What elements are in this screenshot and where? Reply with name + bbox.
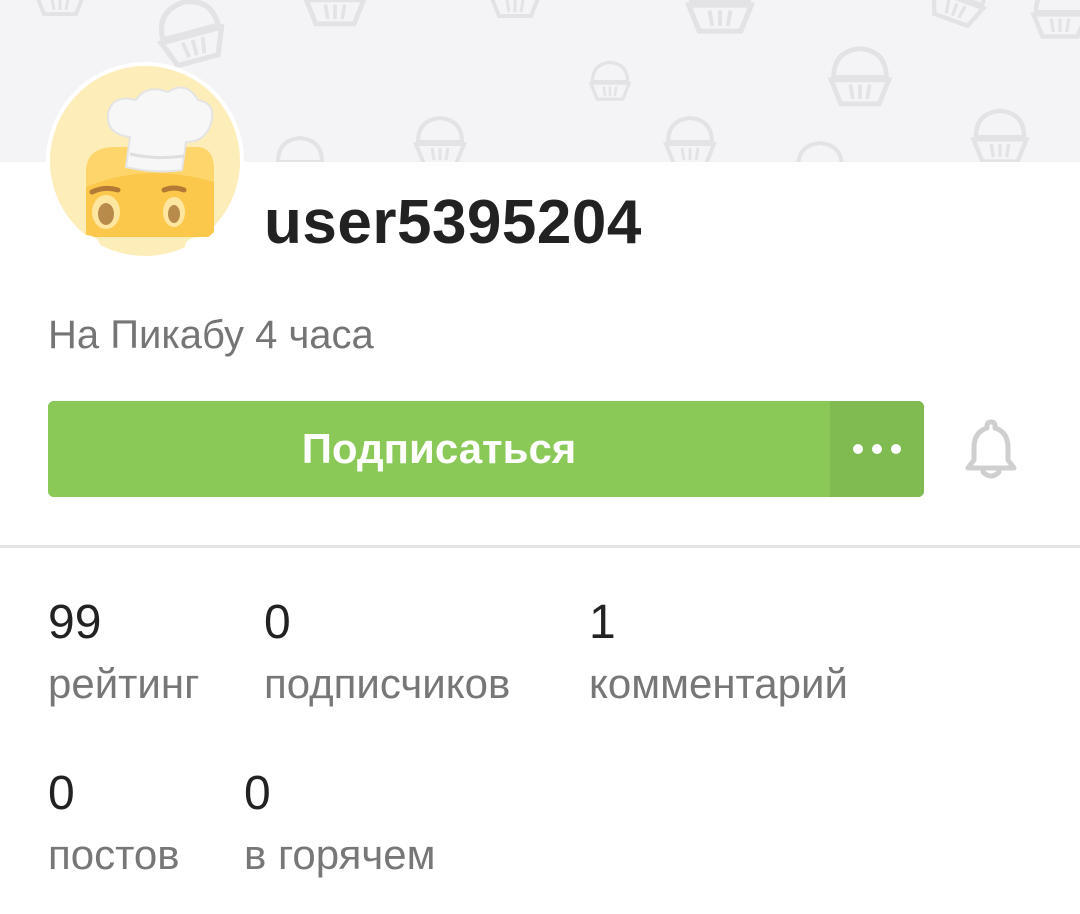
stat-rating[interactable]: 99 рейтинг [48, 594, 199, 710]
stat-label: комментарий [589, 660, 848, 707]
subscribe-group: Подписаться [48, 401, 924, 497]
bell-icon [965, 419, 1017, 479]
stat-value: 99 [48, 596, 102, 649]
stat-value: 1 [589, 596, 616, 649]
stat-value: 0 [48, 767, 75, 820]
notifications-button[interactable] [962, 418, 1020, 480]
username: user5395204 [264, 188, 642, 257]
more-options-button[interactable] [830, 401, 924, 497]
stat-label: постов [48, 831, 180, 878]
chef-bread-avatar-icon [50, 66, 240, 260]
stat-comments[interactable]: 1 комментарий [589, 594, 848, 710]
more-dots-icon [853, 444, 901, 454]
stat-value: 0 [264, 596, 291, 649]
stat-value: 0 [244, 767, 271, 820]
stat-hot[interactable]: 0 в горячем [244, 765, 435, 881]
subscribe-button[interactable]: Подписаться [48, 401, 830, 497]
divider [0, 545, 1080, 548]
stat-subscribers[interactable]: 0 подписчиков [264, 594, 510, 710]
member-since: На Пикабу 4 часа [48, 313, 374, 357]
stat-label: подписчиков [264, 660, 511, 707]
stat-label: в горячем [244, 831, 436, 878]
stat-posts[interactable]: 0 постов [48, 765, 180, 881]
avatar[interactable] [46, 62, 244, 260]
stat-label: рейтинг [48, 660, 200, 707]
